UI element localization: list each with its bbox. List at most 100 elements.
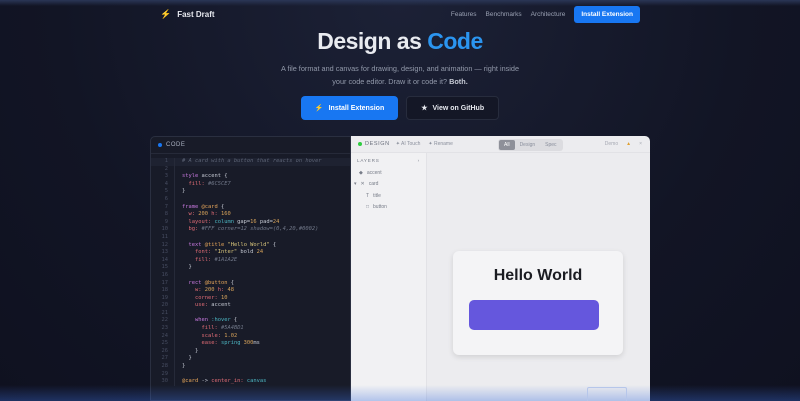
code-token: use: — [194, 302, 208, 309]
line-number: 8 — [164, 211, 168, 218]
install-extension-button[interactable]: ⚡ Install Extension — [300, 96, 399, 120]
line-number: 29 — [161, 370, 169, 377]
preview-button[interactable] — [469, 300, 599, 330]
design-label: DESIGN — [365, 141, 390, 147]
code-token: } — [182, 188, 186, 195]
code-token: fill: — [201, 325, 218, 332]
gutter — [168, 203, 175, 212]
gutter — [168, 325, 175, 333]
ai-touch-button[interactable]: ✦ AI Touch — [396, 141, 421, 147]
line-number: 15 — [161, 264, 169, 271]
nav-link-features[interactable]: Features — [451, 11, 477, 18]
line-number: 28 — [161, 363, 169, 370]
code-token: ease: — [201, 340, 218, 347]
code-panel: CODE 1 # A card with a button that reacts… — [150, 136, 351, 401]
line-number: 17 — [161, 279, 169, 286]
gutter — [168, 195, 175, 204]
code-line: 23 fill: #5A4BD1 — [151, 325, 350, 333]
code-line: 11 — [151, 233, 350, 242]
line-number: 10 — [161, 226, 169, 233]
layer-card[interactable]: ▾ ✕ card — [351, 179, 426, 191]
code-token: when — [194, 317, 208, 324]
line-number: 4 — [164, 180, 168, 187]
code-token: accent { — [198, 173, 228, 180]
code-line: 3 style accent { — [151, 173, 350, 181]
code-line: 4 fill: #6C5CE7 — [151, 180, 350, 189]
code-token: # A card with a button that reacts on ho… — [182, 158, 322, 164]
card-title: Hello World — [493, 267, 583, 284]
code-line: 2 — [151, 165, 350, 174]
segment-all[interactable]: All — [499, 140, 515, 150]
code-token: #1A1A2E — [211, 256, 238, 263]
gutter — [168, 218, 175, 227]
preview-card[interactable]: Hello World — [453, 251, 623, 355]
code-token: column — [211, 218, 234, 225]
gutter — [168, 332, 175, 341]
code-line: 8 w: 200 h: 160 — [151, 211, 350, 219]
line-number: 26 — [161, 347, 169, 354]
gutter — [168, 264, 175, 272]
status-dot-icon — [358, 142, 362, 146]
brand[interactable]: ⚡ Fast Draft — [160, 9, 215, 20]
code-line: 28} — [151, 363, 350, 371]
demo-button[interactable]: Demo — [605, 141, 618, 147]
frame-icon: ✕ — [360, 181, 365, 188]
layer-label: accent — [366, 169, 382, 176]
code-token: text — [188, 241, 202, 248]
code-token: { — [269, 241, 277, 248]
code-line: 6 — [151, 195, 350, 204]
gutter — [168, 241, 175, 250]
code-line: 10 bg: #FFF corner=12 shadow=(0,4,20,#00… — [151, 226, 350, 234]
layer-label: card — [368, 181, 379, 188]
subtitle-bold: Both. — [449, 77, 468, 86]
segment-spec[interactable]: Spec — [540, 140, 561, 150]
gutter — [168, 211, 175, 219]
code-token: h: — [207, 211, 218, 218]
gutter — [168, 180, 175, 189]
code-token: h: — [214, 287, 225, 294]
line-number: 2 — [164, 165, 168, 172]
layers-title: LAYERS — [357, 157, 380, 163]
layer-accent[interactable]: ◆ accent — [351, 167, 426, 179]
gutter — [168, 294, 175, 303]
code-token: 48 — [224, 287, 234, 294]
chevron-down-icon: ▾ — [354, 181, 357, 188]
code-token: 200 — [201, 287, 215, 294]
code-token: bold — [237, 249, 257, 256]
code-token: spring — [217, 340, 241, 347]
view-github-button[interactable]: ★ View on GitHub — [406, 96, 500, 120]
title-text: Design as — [317, 28, 422, 54]
line-number: 11 — [161, 233, 169, 240]
gutter — [168, 226, 175, 234]
gutter — [168, 309, 175, 318]
diamond-icon: ◆ — [359, 169, 363, 176]
layer-label: title — [373, 192, 381, 199]
title-highlight: Code — [427, 28, 483, 54]
chevron-right-icon[interactable]: › — [418, 158, 420, 163]
rename-button[interactable]: ✦ Rename — [428, 141, 453, 147]
gutter — [168, 271, 175, 280]
nav-link-architecture[interactable]: Architecture — [531, 11, 566, 18]
layer-button[interactable]: □ button — [351, 202, 426, 214]
line-number: 25 — [161, 340, 169, 347]
code-token: scale: — [201, 332, 221, 339]
code-editor[interactable]: 1 # A card with a button that reacts on h… — [151, 154, 350, 386]
nav-link-benchmarks[interactable]: Benchmarks — [486, 11, 522, 18]
code-token: 160 — [217, 211, 231, 218]
segment-design[interactable]: Design — [515, 140, 541, 150]
star-icon: ★ — [421, 105, 428, 112]
code-line: 19 corner: 10 — [151, 294, 350, 303]
gutter — [168, 249, 175, 257]
design-canvas[interactable]: Hello World — [427, 153, 650, 401]
line-number: 23 — [161, 325, 169, 332]
code-token: 24 — [256, 249, 264, 256]
warning-icon[interactable]: ▲ — [626, 141, 631, 147]
gutter — [168, 302, 175, 310]
layer-title[interactable]: Ttitle — [351, 190, 426, 202]
code-token: #6C5CE7 — [204, 180, 231, 187]
code-token: "Hello World" — [224, 241, 270, 248]
layer-label: button — [373, 204, 387, 211]
code-token: 200 — [195, 211, 208, 218]
nav-install-button[interactable]: Install Extension — [574, 6, 640, 23]
close-icon[interactable]: × — [639, 141, 642, 147]
